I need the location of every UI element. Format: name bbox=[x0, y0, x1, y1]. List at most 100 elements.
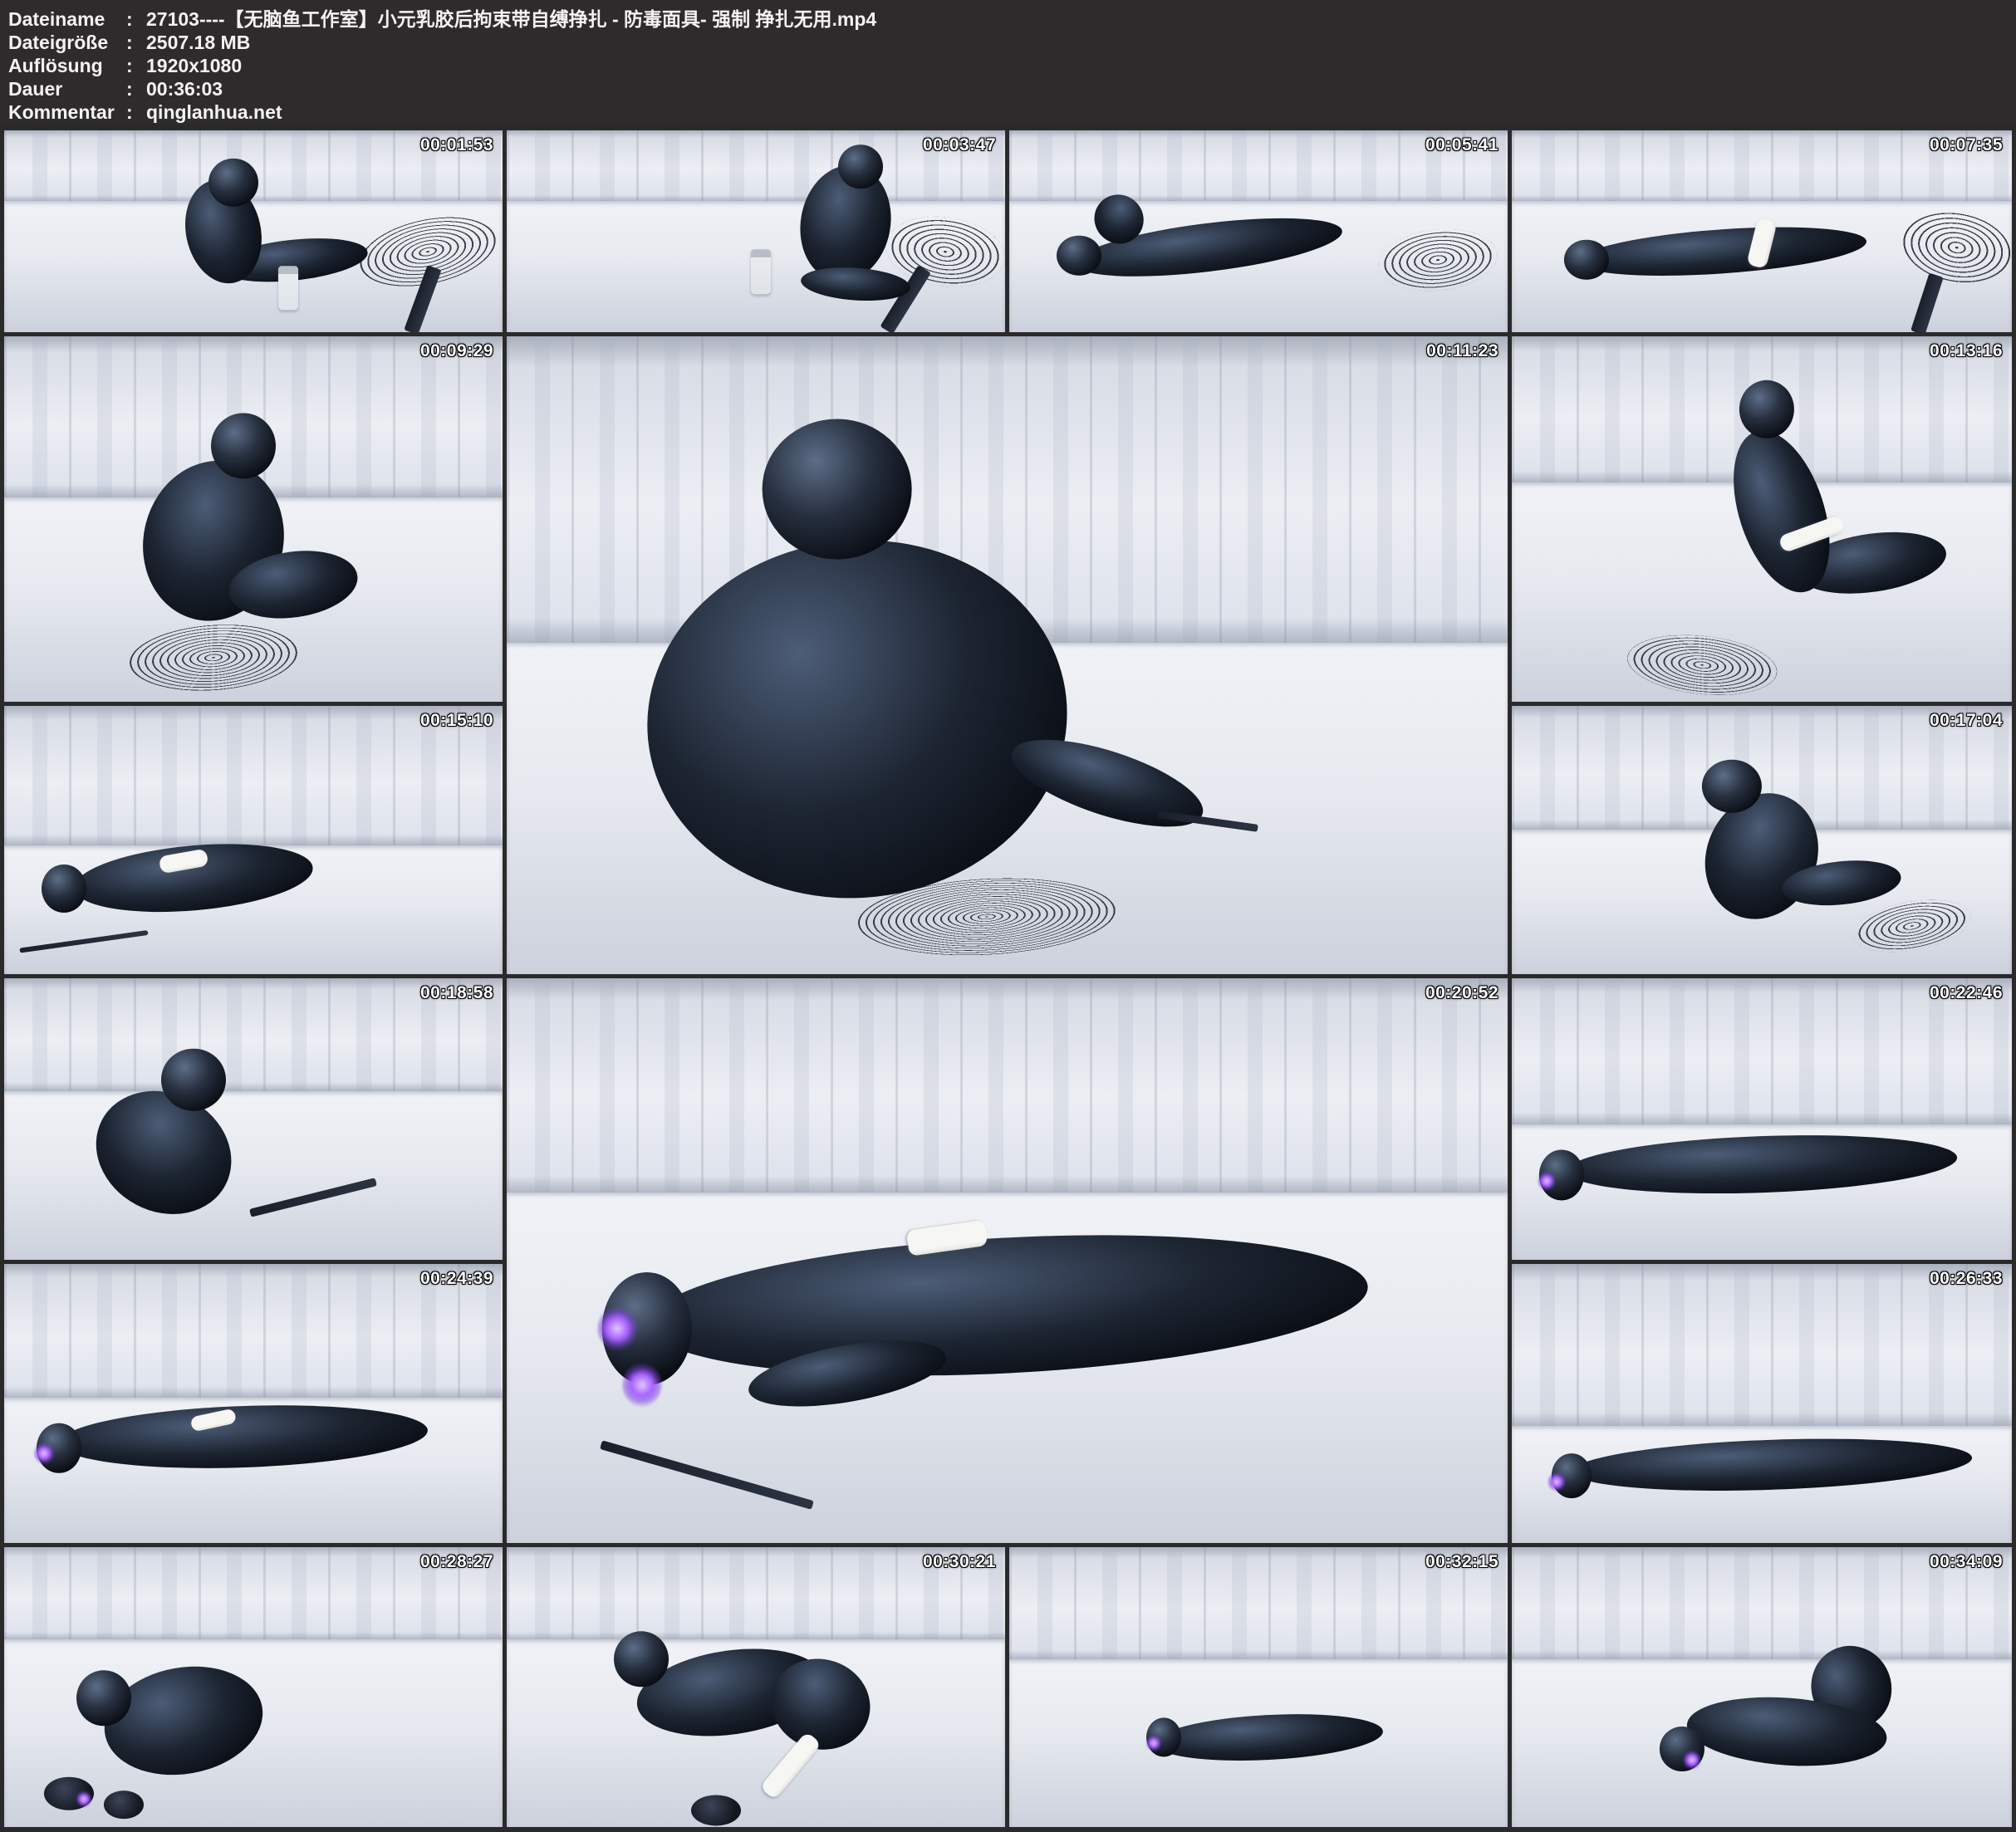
video-thumbnail: 00:26:33 bbox=[1512, 1264, 2012, 1543]
figure-head-shape bbox=[1564, 239, 1609, 280]
figure-head-shape bbox=[161, 1049, 226, 1111]
resolution-value: 1920x1080 bbox=[146, 54, 242, 77]
duration-value: 00:36:03 bbox=[146, 77, 223, 100]
field-colon: : bbox=[126, 100, 146, 124]
figure-head-shape bbox=[211, 413, 276, 478]
thumbnail-scene bbox=[4, 1547, 503, 1827]
video-thumbnail-large: 00:11:23 bbox=[507, 336, 1508, 974]
timestamp-overlay: 00:01:53 bbox=[420, 135, 493, 155]
thumbnail-scene bbox=[1009, 130, 1508, 332]
purple-led-glow bbox=[1683, 1750, 1700, 1770]
video-thumbnail-large: 00:20:52 bbox=[507, 978, 1508, 1543]
timestamp-overlay: 00:09:29 bbox=[420, 341, 493, 361]
thumbnail-scene bbox=[1512, 130, 2012, 332]
field-colon: : bbox=[126, 7, 146, 31]
timestamp-overlay: 00:15:10 bbox=[420, 711, 493, 731]
comment-value: qinglanhua.net bbox=[146, 100, 282, 124]
purple-led-glow bbox=[34, 1443, 54, 1465]
timestamp-overlay: 00:26:33 bbox=[1930, 1269, 2003, 1289]
video-thumbnail: 00:07:35 bbox=[1512, 130, 2012, 332]
mask-on-floor-shape bbox=[104, 1790, 144, 1819]
thumbnail-scene bbox=[507, 130, 1005, 332]
timestamp-overlay: 00:22:46 bbox=[1930, 983, 2003, 1003]
thumbnail-scene bbox=[4, 706, 503, 974]
video-thumbnail: 00:34:09 bbox=[1512, 1547, 2012, 1827]
thumbnail-scene bbox=[1512, 336, 2012, 702]
thumbnail-scene bbox=[507, 336, 1508, 974]
thumbnail-scene bbox=[1512, 978, 2012, 1260]
figure-head-shape bbox=[1702, 760, 1762, 814]
timestamp-overlay: 00:03:47 bbox=[923, 135, 996, 155]
file-info-row: Dauer : 00:36:03 bbox=[8, 77, 2016, 100]
field-label: Kommentar bbox=[8, 100, 126, 124]
studio-floor bbox=[4, 1091, 503, 1260]
file-info-row: Dateiname : 27103----【无脑鱼工作室】小元乳胶后拘束带自缚挣… bbox=[8, 7, 2016, 31]
contact-sheet: Dateiname : 27103----【无脑鱼工作室】小元乳胶后拘束带自缚挣… bbox=[0, 0, 2016, 1832]
timestamp-overlay: 00:20:52 bbox=[1425, 983, 1499, 1003]
figure-head-shape bbox=[838, 145, 883, 189]
timestamp-overlay: 00:07:35 bbox=[1930, 135, 2003, 155]
video-thumbnail: 00:03:47 bbox=[507, 130, 1005, 332]
thumbnail-scene bbox=[4, 1264, 503, 1543]
figure-head-shape bbox=[614, 1631, 669, 1687]
timestamp-overlay: 00:05:41 bbox=[1425, 135, 1499, 155]
video-thumbnail: 00:18:58 bbox=[4, 978, 503, 1260]
thumbnail-scene bbox=[507, 1547, 1005, 1827]
timestamp-overlay: 00:28:27 bbox=[420, 1552, 493, 1572]
field-colon: : bbox=[126, 31, 146, 54]
file-info-row: Auflösung : 1920x1080 bbox=[8, 54, 2016, 77]
thumbnail-scene bbox=[507, 978, 1508, 1543]
thumbnail-scene bbox=[4, 130, 503, 332]
timestamp-overlay: 00:13:16 bbox=[1930, 341, 2003, 361]
file-info-row: Kommentar : qinglanhua.net bbox=[8, 100, 2016, 124]
video-thumbnail: 00:09:29 bbox=[4, 336, 503, 702]
video-thumbnail: 00:24:39 bbox=[4, 1264, 503, 1543]
purple-led-glow bbox=[1548, 1472, 1566, 1492]
timestamp-overlay: 00:32:15 bbox=[1425, 1552, 1499, 1572]
video-thumbnail: 00:17:04 bbox=[1512, 706, 2012, 974]
thumbnail-scene bbox=[1009, 1547, 1508, 1827]
figure-head-shape bbox=[1057, 235, 1101, 276]
timestamp-overlay: 00:18:58 bbox=[420, 983, 493, 1003]
field-label: Dateigröße bbox=[8, 31, 126, 54]
field-label: Auflösung bbox=[8, 54, 126, 77]
purple-led-glow bbox=[1538, 1171, 1556, 1191]
thumbnail-scene bbox=[1512, 1264, 2012, 1543]
file-info-row: Dateigröße : 2507.18 MB bbox=[8, 31, 2016, 54]
video-thumbnail: 00:30:21 bbox=[507, 1547, 1005, 1827]
video-thumbnail: 00:13:16 bbox=[1512, 336, 2012, 702]
backdrop-curtain bbox=[507, 978, 1508, 1193]
timestamp-overlay: 00:11:23 bbox=[1426, 341, 1499, 361]
filename-value: 27103----【无脑鱼工作室】小元乳胶后拘束带自缚挣扎 - 防毒面具- 强制… bbox=[146, 7, 876, 31]
field-colon: : bbox=[126, 77, 146, 100]
figure-head-shape bbox=[76, 1670, 131, 1726]
video-thumbnail: 00:28:27 bbox=[4, 1547, 503, 1827]
timestamp-overlay: 00:30:21 bbox=[923, 1552, 996, 1572]
timestamp-overlay: 00:17:04 bbox=[1930, 711, 2003, 731]
video-thumbnail: 00:15:10 bbox=[4, 706, 503, 974]
thumbnail-scene bbox=[4, 336, 503, 702]
thumbnail-scene bbox=[4, 978, 503, 1260]
video-thumbnail: 00:32:15 bbox=[1009, 1547, 1508, 1827]
purple-led-glow bbox=[1146, 1735, 1161, 1751]
thumbnail-scene bbox=[1512, 706, 2012, 974]
figure-head-shape bbox=[762, 419, 912, 560]
spray-bottle-shape bbox=[751, 249, 771, 293]
figure-head-shape bbox=[1739, 380, 1794, 438]
field-colon: : bbox=[126, 54, 146, 77]
figure-head-shape bbox=[208, 159, 258, 207]
field-label: Dauer bbox=[8, 77, 126, 100]
video-thumbnail: 00:01:53 bbox=[4, 130, 503, 332]
purple-led-glow bbox=[76, 1790, 91, 1807]
timestamp-overlay: 00:24:39 bbox=[420, 1269, 493, 1289]
field-label: Dateiname bbox=[8, 7, 126, 31]
thumbnail-scene bbox=[1512, 1547, 2012, 1827]
timestamp-overlay: 00:34:09 bbox=[1930, 1552, 2003, 1572]
filesize-value: 2507.18 MB bbox=[146, 31, 250, 54]
mask-on-floor-shape bbox=[691, 1795, 741, 1825]
video-thumbnail: 00:22:46 bbox=[1512, 978, 2012, 1260]
file-info-header: Dateiname : 27103----【无脑鱼工作室】小元乳胶后拘束带自缚挣… bbox=[0, 0, 2016, 125]
figure-head-shape bbox=[42, 865, 86, 913]
spray-bottle-shape bbox=[278, 266, 298, 310]
video-thumbnail: 00:05:41 bbox=[1009, 130, 1508, 332]
